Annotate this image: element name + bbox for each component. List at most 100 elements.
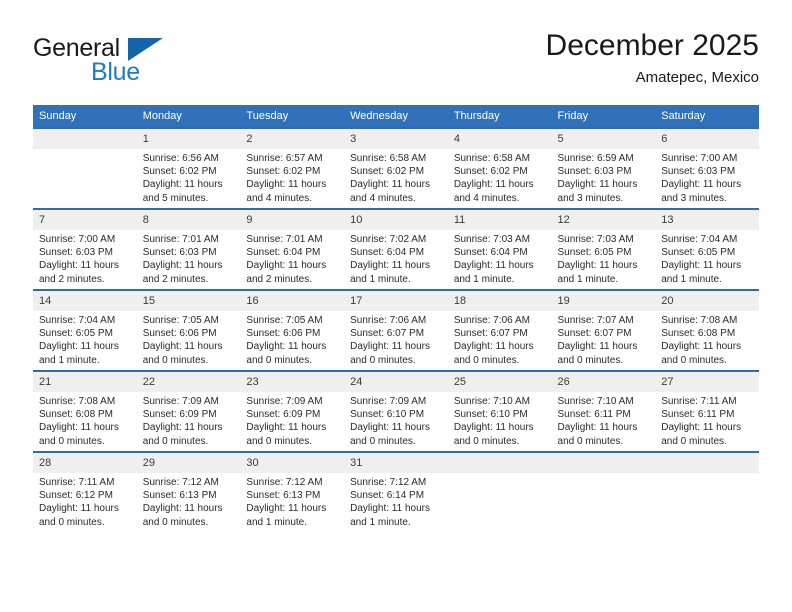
sunrise-text: Sunrise: 6:59 AM [557,153,634,164]
daylight-text-line1: Daylight: 11 hours [557,179,638,191]
day-number: 19 [551,291,656,311]
day-details: Sunrise: 7:09 AM Sunset: 6:09 PM Daylight:… [240,392,344,448]
calendar-day-cell[interactable]: 30 Sunrise: 7:12 AM Sunset: 6:13 PM Dayligh… [240,451,345,532]
sunrise-text: Sunrise: 7:01 AM [142,234,219,245]
calendar-day-cell[interactable]: 24 Sunrise: 7:09 AM Sunset: 6:10 PM Dayligh… [344,370,448,452]
calendar-day-cell[interactable]: 9 Sunrise: 7:01 AM Sunset: 6:04 PM Daylight… [240,208,345,290]
daylight-text-line1: Daylight: 11 hours [142,341,223,353]
sunrise-text: Sunrise: 7:00 AM [39,234,116,245]
daylight-text-line1: Daylight: 11 hours [350,503,430,515]
daylight-text-line2: and 2 minutes. [142,273,209,285]
daylight-text-line1: Daylight: 11 hours [557,341,638,353]
daylight-text-line2: and 4 minutes. [350,192,416,204]
daylight-text-line2: and 0 minutes. [453,435,520,447]
day-number: 9 [240,210,345,230]
calendar-day-cell[interactable]: 12 Sunrise: 7:03 AM Sunset: 6:05 PM Dayligh… [551,208,656,290]
day-number [551,453,656,473]
sunrise-text: Sunrise: 7:11 AM [661,396,737,407]
sunset-text: Sunset: 6:03 PM [39,247,113,259]
sunrise-text: Sunrise: 7:12 AM [142,477,219,488]
daylight-text-line1: Daylight: 11 hours [246,341,327,353]
sunset-text: Sunset: 6:13 PM [142,490,217,502]
calendar-day-cell[interactable]: 29 Sunrise: 7:12 AM Sunset: 6:13 PM Dayligh… [136,451,241,532]
daylight-text-line1: Daylight: 11 hours [453,179,534,191]
calendar-day-cell[interactable]: 2 Sunrise: 6:57 AM Sunset: 6:02 PM Daylight… [240,127,345,209]
daylight-text-line2: and 0 minutes. [557,435,624,447]
calendar-day-cell[interactable]: 25 Sunrise: 7:10 AM Sunset: 6:10 PM Dayligh… [447,370,552,452]
sunrise-text: Sunrise: 7:05 AM [142,315,219,326]
day-details: Sunrise: 7:11 AM Sunset: 6:12 PM Daylight:… [33,473,137,529]
calendar-week-row: 1 Sunrise: 6:56 AM Sunset: 6:02 PM Daylight… [33,127,759,209]
calendar-day-cell[interactable]: 18 Sunrise: 7:06 AM Sunset: 6:07 PM Dayligh… [447,289,552,371]
day-number: 6 [655,129,759,149]
sunrise-text: Sunrise: 7:06 AM [350,315,427,326]
sunset-text: Sunset: 6:03 PM [142,247,217,259]
calendar-day-cell[interactable]: 7 Sunrise: 7:00 AM Sunset: 6:03 PM Daylight… [33,208,137,290]
calendar-day-cell[interactable]: 3 Sunrise: 6:58 AM Sunset: 6:02 PM Daylight… [344,127,448,209]
brand-name-blue: Blue [91,58,140,86]
day-number: 22 [136,372,241,392]
sunrise-text: Sunrise: 7:03 AM [557,234,634,245]
day-number: 29 [136,453,241,473]
day-details: Sunrise: 7:09 AM Sunset: 6:10 PM Daylight:… [344,392,448,448]
day-details: Sunrise: 7:04 AM Sunset: 6:05 PM Daylight:… [655,230,759,286]
sunrise-text: Sunrise: 7:12 AM [246,477,323,488]
calendar-day-cell[interactable]: 28 Sunrise: 7:11 AM Sunset: 6:12 PM Dayligh… [33,451,137,532]
daylight-text-line1: Daylight: 11 hours [39,503,119,515]
calendar-day-cell[interactable]: 13 Sunrise: 7:04 AM Sunset: 6:05 PM Dayligh… [655,208,759,290]
calendar-day-cell[interactable]: 19 Sunrise: 7:07 AM Sunset: 6:07 PM Dayligh… [551,289,656,371]
day-number [655,453,759,473]
calendar-day-cell[interactable]: 31 Sunrise: 7:12 AM Sunset: 6:14 PM Dayligh… [344,451,448,532]
calendar-day-cell[interactable]: 1 Sunrise: 6:56 AM Sunset: 6:02 PM Daylight… [136,127,241,209]
calendar-day-cell[interactable]: 14 Sunrise: 7:04 AM Sunset: 6:05 PM Dayligh… [33,289,137,371]
weekday-header-friday: Friday [551,105,656,128]
daylight-text-line2: and 0 minutes. [142,354,209,366]
day-details: Sunrise: 7:11 AM Sunset: 6:11 PM Daylight:… [655,392,759,448]
calendar-week-row: 21 Sunrise: 7:08 AM Sunset: 6:08 PM Dayligh… [33,370,759,452]
day-number: 8 [136,210,241,230]
calendar-day-cell[interactable]: 17 Sunrise: 7:06 AM Sunset: 6:07 PM Dayligh… [344,289,448,371]
sunrise-text: Sunrise: 7:10 AM [453,396,530,407]
sunrise-text: Sunrise: 7:09 AM [350,396,427,407]
day-number [447,453,552,473]
calendar-day-cell[interactable]: 22 Sunrise: 7:09 AM Sunset: 6:09 PM Dayligh… [136,370,241,452]
day-number: 18 [447,291,552,311]
daylight-text-line2: and 5 minutes. [142,192,209,204]
sunset-text: Sunset: 6:09 PM [142,409,217,421]
sunset-text: Sunset: 6:08 PM [39,409,113,421]
day-number: 30 [240,453,345,473]
daylight-text-line2: and 0 minutes. [142,516,209,528]
day-number: 14 [33,291,137,311]
daylight-text-line2: and 0 minutes. [246,435,313,447]
daylight-text-line2: and 2 minutes. [39,273,105,285]
calendar-day-cell[interactable]: 27 Sunrise: 7:11 AM Sunset: 6:11 PM Dayligh… [655,370,759,452]
day-number: 5 [551,129,656,149]
calendar-day-cell[interactable]: 10 Sunrise: 7:02 AM Sunset: 6:04 PM Dayligh… [344,208,448,290]
calendar-header-row-group: Sunday Monday Tuesday Wednesday Thursday… [33,105,759,128]
calendar-day-cell[interactable]: 26 Sunrise: 7:10 AM Sunset: 6:11 PM Dayligh… [551,370,656,452]
calendar-day-cell[interactable]: 5 Sunrise: 6:59 AM Sunset: 6:03 PM Daylight… [551,127,656,209]
day-details: Sunrise: 6:58 AM Sunset: 6:02 PM Daylight:… [344,149,448,205]
sunrise-text: Sunrise: 6:58 AM [453,153,530,164]
calendar-day-cell[interactable]: 16 Sunrise: 7:05 AM Sunset: 6:06 PM Dayligh… [240,289,345,371]
calendar-day-cell[interactable]: 20 Sunrise: 7:08 AM Sunset: 6:08 PM Dayligh… [655,289,759,371]
calendar-day-cell[interactable]: 6 Sunrise: 7:00 AM Sunset: 6:03 PM Daylight… [655,127,759,209]
day-number: 16 [240,291,345,311]
sunrise-text: Sunrise: 7:10 AM [557,396,634,407]
sunset-text: Sunset: 6:07 PM [453,328,528,340]
calendar-day-cell[interactable]: 8 Sunrise: 7:01 AM Sunset: 6:03 PM Daylight… [136,208,241,290]
calendar-day-cell[interactable]: 23 Sunrise: 7:09 AM Sunset: 6:09 PM Dayligh… [240,370,345,452]
day-details: Sunrise: 6:58 AM Sunset: 6:02 PM Daylight:… [448,149,552,205]
sunrise-text: Sunrise: 6:58 AM [350,153,427,164]
calendar-day-cell[interactable]: 4 Sunrise: 6:58 AM Sunset: 6:02 PM Daylight… [447,127,552,209]
day-details: Sunrise: 7:01 AM Sunset: 6:03 PM Daylight:… [137,230,241,286]
calendar-day-cell[interactable]: 11 Sunrise: 7:03 AM Sunset: 6:04 PM Dayligh… [447,208,552,290]
calendar-day-cell[interactable]: 21 Sunrise: 7:08 AM Sunset: 6:08 PM Dayligh… [33,370,137,452]
calendar-day-cell[interactable]: 15 Sunrise: 7:05 AM Sunset: 6:06 PM Dayligh… [136,289,241,371]
sunset-text: Sunset: 6:11 PM [557,409,631,421]
daylight-text-line2: and 1 minute. [557,273,619,285]
brand-logo[interactable]: General Blue [33,34,253,90]
sunrise-text: Sunrise: 7:07 AM [557,315,634,326]
day-details: Sunrise: 7:09 AM Sunset: 6:09 PM Daylight:… [137,392,241,448]
calendar-week-row: 7 Sunrise: 7:00 AM Sunset: 6:03 PM Daylight… [33,208,759,290]
